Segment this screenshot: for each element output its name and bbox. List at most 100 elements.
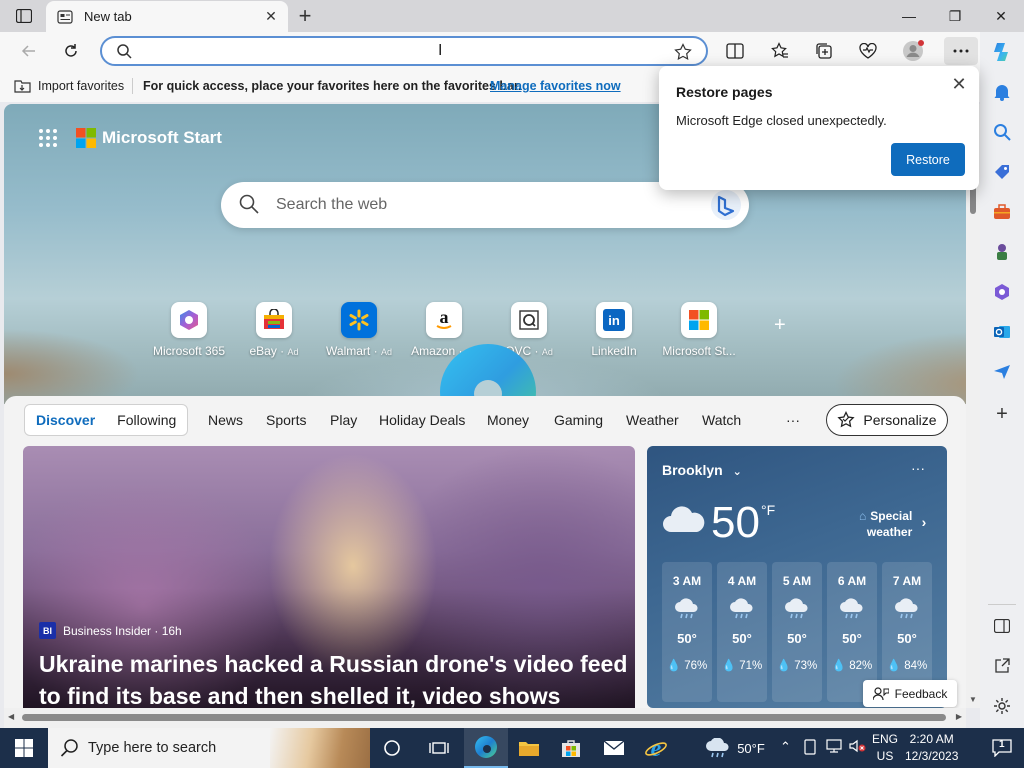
microsoft-start-logo[interactable]: Microsoft Start	[76, 128, 222, 148]
nav-more-button[interactable]: ···	[786, 412, 800, 428]
quick-link-label: Microsoft St...	[662, 344, 736, 358]
quick-link-microsoft-store[interactable]: Microsoft St...	[654, 302, 744, 358]
special-line-1: Special	[870, 509, 913, 523]
forecast-temp: 50°	[842, 631, 862, 646]
nav-sports[interactable]: Sports	[266, 412, 306, 428]
add-quick-link-icon[interactable]: +	[774, 314, 786, 337]
manage-favorites-link[interactable]: Manage favorites now	[490, 79, 621, 93]
new-tab-button[interactable]: +	[292, 3, 318, 28]
quick-link-ebay[interactable]: eBay · Ad	[229, 302, 319, 358]
add-sidebar-app-icon[interactable]: +	[988, 400, 1016, 428]
quick-link-walmart[interactable]: Walmart · Ad	[314, 302, 404, 358]
scroll-left-arrow-icon[interactable]: ◀	[8, 712, 14, 721]
tab-close-icon[interactable]: ✕	[262, 7, 280, 25]
vertical-scroll-thumb[interactable]	[970, 186, 976, 214]
address-bar[interactable]: I	[100, 36, 708, 66]
input-language[interactable]: ENG US	[872, 731, 898, 765]
notifications-bell-icon[interactable]	[988, 78, 1016, 106]
top-news-card[interactable]: BI Business Insider · 16h Ukraine marine…	[23, 446, 635, 708]
split-screen-icon[interactable]	[720, 37, 750, 65]
notification-center-icon[interactable]: 1	[980, 728, 1024, 768]
horizontal-scrollbar[interactable]: ◀ ▶	[4, 708, 966, 728]
edge-taskbar-icon[interactable]	[464, 728, 508, 768]
brand-name: Microsoft Start	[102, 128, 222, 147]
settings-and-more-icon[interactable]	[944, 37, 978, 65]
mail-icon[interactable]	[592, 728, 636, 768]
tab-following[interactable]: Following	[106, 412, 187, 428]
file-explorer-icon[interactable]	[507, 728, 551, 768]
special-weather-alert[interactable]: ⌂ Special weather ›	[859, 508, 926, 540]
quick-link-microsoft-365[interactable]: Microsoft 365	[144, 302, 234, 358]
system-clock[interactable]: 2:20 AM 12/3/2023	[905, 731, 958, 765]
tools-briefcase-icon[interactable]	[988, 198, 1016, 226]
close-icon[interactable]: ✕	[947, 72, 971, 96]
hide-sidebar-icon[interactable]	[988, 612, 1016, 640]
tab-new-tab[interactable]: New tab ✕	[46, 1, 288, 32]
amazon-icon: a	[426, 302, 462, 338]
tab-discover[interactable]: Discover	[25, 412, 106, 428]
svg-text:a: a	[440, 308, 449, 327]
microsoft-store-taskbar-icon[interactable]	[549, 728, 593, 768]
quick-link-linkedin[interactable]: in LinkedIn	[569, 302, 659, 358]
refresh-icon[interactable]	[56, 37, 86, 65]
device-icon[interactable]	[803, 739, 817, 758]
microsoft-365-icon[interactable]	[988, 278, 1016, 306]
start-windows-icon[interactable]	[0, 728, 48, 768]
vertical-scrollbar[interactable]: ▼	[966, 104, 980, 708]
nav-weather[interactable]: Weather	[626, 412, 679, 428]
tab-actions-menu-icon[interactable]	[12, 6, 36, 26]
restore-window-button[interactable]: ❐	[932, 0, 978, 32]
clock-date: 12/3/2023	[905, 749, 959, 763]
search-icon	[116, 43, 132, 62]
weather-more-options[interactable]: ···	[911, 460, 925, 476]
browser-essentials-icon[interactable]	[853, 37, 883, 65]
copilot-icon[interactable]	[988, 38, 1016, 66]
profile-avatar[interactable]	[898, 37, 928, 65]
ebay-icon	[256, 302, 292, 338]
close-window-button[interactable]: ✕	[978, 0, 1024, 32]
import-favorites-icon	[14, 80, 31, 93]
weather-card[interactable]: Brooklyn ⌄ ··· 50 °F ⌂ Special weather › …	[647, 446, 947, 708]
nav-play[interactable]: Play	[330, 412, 357, 428]
outlook-icon[interactable]	[988, 318, 1016, 346]
volume-muted-icon[interactable]	[849, 739, 867, 756]
sidebar-settings-gear-icon[interactable]	[988, 692, 1016, 720]
nav-watch[interactable]: Watch	[702, 412, 741, 428]
add-favorite-star-icon[interactable]	[674, 43, 692, 64]
scroll-down-arrow-icon[interactable]: ▼	[969, 695, 977, 704]
nav-holiday-deals[interactable]: Holiday Deals	[379, 412, 465, 428]
favorites-icon[interactable]	[765, 37, 795, 65]
nav-gaming[interactable]: Gaming	[554, 412, 603, 428]
task-view-icon[interactable]	[370, 728, 414, 768]
search-icon[interactable]	[988, 118, 1016, 146]
internet-explorer-icon[interactable]: e	[634, 728, 678, 768]
drop-send-icon[interactable]	[988, 358, 1016, 386]
open-external-icon[interactable]	[988, 652, 1016, 680]
taskbar-search-box[interactable]: Type here to search	[48, 728, 370, 768]
bing-chat-icon[interactable]	[709, 188, 743, 222]
ad-badge: Ad	[380, 347, 392, 357]
games-icon[interactable]	[988, 238, 1016, 266]
weather-location[interactable]: Brooklyn ⌄	[662, 462, 742, 478]
news-headline[interactable]: Ukraine marines hacked a Russian drone's…	[39, 648, 629, 708]
personalize-button[interactable]: Personalize	[826, 404, 948, 436]
taskbar-weather[interactable]: 50°F	[700, 728, 770, 768]
nav-money[interactable]: Money	[487, 412, 529, 428]
feedback-button[interactable]: Feedback	[863, 680, 957, 707]
collections-icon[interactable]	[809, 37, 839, 65]
import-favorites-button[interactable]: Import favorites	[14, 78, 124, 93]
show-hidden-icons-chevron[interactable]: ⌃	[780, 739, 791, 755]
forecast-hour: 3 AM 50° 💧 76%	[662, 562, 712, 702]
shopping-tag-icon[interactable]	[988, 158, 1016, 186]
nav-news[interactable]: News	[208, 412, 243, 428]
minimize-button[interactable]: —	[886, 0, 932, 32]
task-switcher-icon[interactable]	[417, 728, 461, 768]
app-launcher-icon[interactable]	[38, 128, 58, 151]
network-icon[interactable]	[826, 739, 842, 756]
cloud-icon	[661, 504, 707, 537]
taskbar-weather-temp: 50°F	[737, 740, 765, 756]
restore-button[interactable]: Restore	[891, 143, 965, 176]
scroll-right-arrow-icon[interactable]: ▶	[956, 712, 962, 721]
back-arrow-icon[interactable]	[14, 37, 44, 65]
horizontal-scroll-thumb[interactable]	[22, 714, 946, 721]
